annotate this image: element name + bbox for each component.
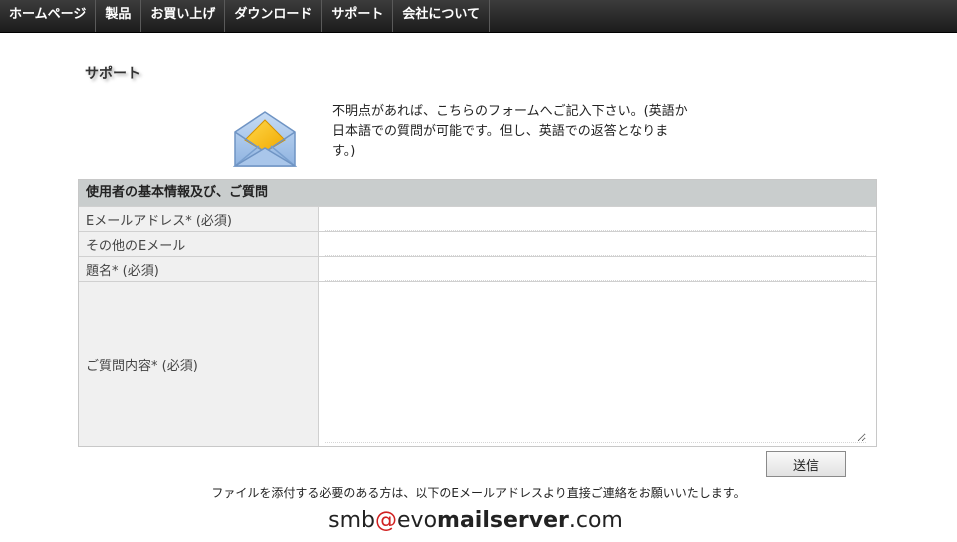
nav-item-home[interactable]: ホームページ	[0, 0, 97, 32]
intro-line-3: す。)	[332, 144, 356, 159]
email-row: Eメールアドレス* (必須)	[79, 206, 876, 231]
nav-item-purchase[interactable]: お買い上げ	[141, 0, 226, 32]
top-nav: ホームページ 製品 お買い上げ ダウンロード サポート 会社について	[0, 0, 957, 33]
nav-item-download[interactable]: ダウンロード	[225, 0, 323, 32]
other-email-label: その他のEメール	[79, 232, 319, 256]
attachment-note: ファイルを添付する必要のある方は、以下のEメールアドレスより直接ご連絡をお願いい…	[211, 486, 746, 500]
other-email-row: その他のEメール	[79, 231, 876, 256]
other-email-cell	[319, 232, 876, 256]
email-label: Eメールアドレス* (必須)	[79, 207, 319, 231]
nav-item-products[interactable]: 製品	[96, 0, 142, 32]
contact-email[interactable]: smb@evomailserver.com	[0, 508, 951, 533]
support-form: 使用者の基本情報及び、ご質問 Eメールアドレス* (必須) その他のEメール 題…	[78, 179, 877, 447]
email-at-sign: @	[375, 508, 398, 533]
nav-item-support[interactable]: サポート	[322, 0, 394, 32]
intro-text: 不明点があれば、こちらのフォームへご記入下さい。(英語か 日本語での質問が可能で…	[332, 102, 702, 162]
email-user: smb	[328, 508, 376, 533]
question-label: ご質問内容* (必須)	[79, 282, 319, 446]
intro-line-2: 日本語での質問が可能です。但し、英語での返答となりま	[332, 124, 669, 139]
email-field[interactable]	[325, 211, 866, 231]
question-textarea[interactable]	[325, 285, 866, 443]
email-cell	[319, 207, 876, 231]
email-domain-bold: mailserver	[437, 508, 569, 533]
intro-line-1: 不明点があれば、こちらのフォームへご記入下さい。(英語か	[332, 104, 688, 119]
other-email-field[interactable]	[325, 236, 866, 256]
page-title: サポート	[85, 66, 141, 82]
question-cell	[319, 282, 876, 446]
subject-label: 題名* (必須)	[79, 257, 319, 281]
email-tld: .com	[568, 508, 623, 533]
question-row: ご質問内容* (必須)	[79, 281, 876, 446]
subject-cell	[319, 257, 876, 281]
subject-field[interactable]	[325, 261, 866, 281]
nav-item-company[interactable]: 会社について	[393, 0, 491, 32]
email-domain-prefix: evo	[397, 508, 438, 533]
form-section-header: 使用者の基本情報及び、ご質問	[79, 180, 876, 206]
submit-button[interactable]: 送信	[766, 451, 846, 477]
subject-row: 題名* (必須)	[79, 256, 876, 281]
envelope-icon	[233, 111, 297, 167]
